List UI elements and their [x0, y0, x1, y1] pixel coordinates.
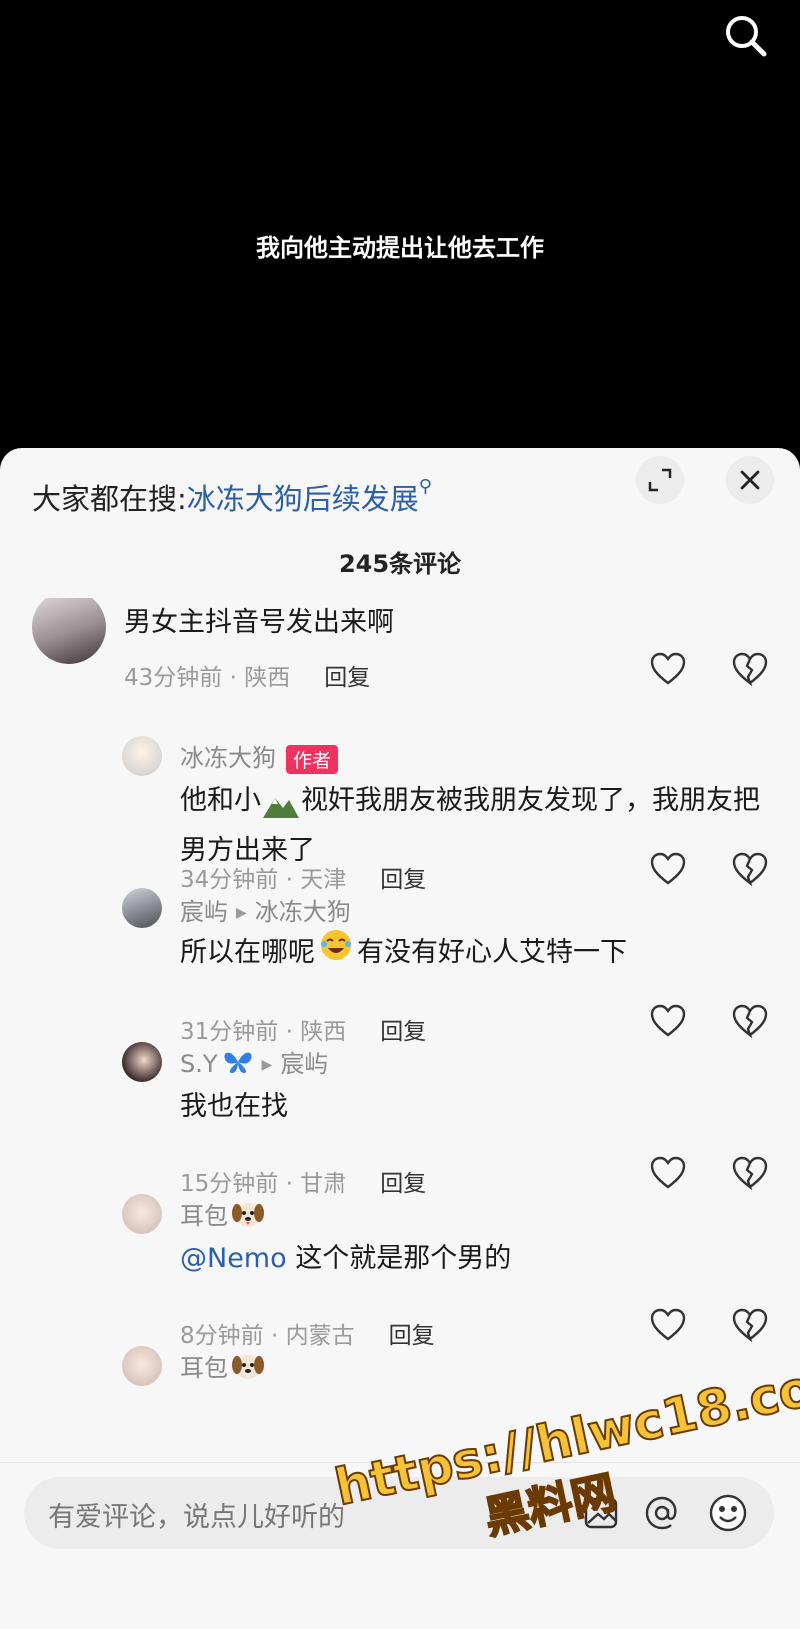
author-name: 冰冻大狗: [180, 744, 276, 772]
broken-heart-icon[interactable]: [732, 652, 768, 688]
close-button[interactable]: [726, 456, 774, 504]
heart-icon[interactable]: [650, 1308, 686, 1344]
reply-button[interactable]: 回复: [380, 867, 426, 893]
time-location: 31分钟前 · 陕西: [180, 1019, 347, 1045]
hot-search-label: 大家都在搜:: [32, 482, 187, 516]
comment-meta: 15分钟前 · 甘肃 回复: [180, 1164, 426, 1198]
reply-arrow-icon: ▶: [261, 1057, 273, 1073]
comment-author[interactable]: 冰冻大狗 作者: [180, 738, 339, 774]
reply-arrow-icon: ▶: [236, 905, 247, 921]
avatar[interactable]: [122, 1042, 162, 1082]
avatar[interactable]: [32, 598, 106, 664]
heart-icon[interactable]: [650, 852, 686, 888]
heart-icon[interactable]: [650, 652, 686, 688]
comment-author[interactable]: 宸屿 ▶ 冰冻大狗: [180, 892, 351, 927]
comment-text-part: 他和小: [180, 785, 261, 816]
avatar[interactable]: [122, 1194, 162, 1234]
avatar[interactable]: [122, 888, 162, 928]
comment-meta: 43分钟前 · 陕西 回复: [124, 658, 370, 692]
close-icon: [740, 470, 760, 490]
comment-count: 245条评论: [338, 550, 462, 578]
comment-author[interactable]: S.Y ▶ 宸屿: [180, 1044, 328, 1081]
reply-to-name: 宸屿: [280, 1050, 329, 1078]
mention-link[interactable]: @Nemo: [180, 1243, 287, 1274]
comment-author[interactable]: 耳包: [180, 1196, 264, 1235]
comment-text: 我也在找: [180, 1091, 288, 1122]
comment-text-part: 这个就是那个男的: [295, 1243, 512, 1274]
comment-text-part: 有没有好心人艾特一下: [357, 937, 627, 968]
time-location: 34分钟前 · 天津: [180, 867, 347, 893]
dog-emoji: [232, 1199, 264, 1235]
broken-heart-icon[interactable]: [732, 852, 768, 888]
reply-button[interactable]: 回复: [324, 665, 370, 691]
hot-search-row[interactable]: 大家都在搜:冰冻大狗后续发展⚲: [32, 476, 432, 518]
dog-emoji: [232, 1351, 264, 1387]
avatar[interactable]: [122, 736, 162, 776]
author-name: 耳包: [180, 1202, 228, 1230]
expand-icon: [648, 468, 672, 492]
input-placeholder: 有爱评论，说点儿好听的: [48, 1502, 345, 1533]
author-name: S.Y: [180, 1050, 218, 1078]
comment-author[interactable]: 耳包: [180, 1348, 264, 1387]
search-icon[interactable]: [722, 12, 770, 60]
reply-to-name: 冰冻大狗: [254, 898, 351, 926]
broken-heart-icon[interactable]: [732, 1156, 768, 1192]
search-small-icon: ⚲: [418, 476, 432, 497]
expand-button[interactable]: [636, 456, 684, 504]
video-player[interactable]: 我向他主动提出让他去工作: [0, 0, 800, 450]
comment-text-part: 所以在哪呢: [180, 937, 315, 968]
time-location: 15分钟前 · 甘肃: [180, 1171, 347, 1197]
comment-meta: 31分钟前 · 陕西 回复: [180, 1012, 426, 1046]
laughing-crying-emoji: [319, 928, 353, 979]
time-location: 8分钟前 · 内蒙古: [180, 1323, 355, 1349]
hot-search-term[interactable]: 冰冻大狗后续发展: [187, 482, 419, 516]
comment-text: @Nemo 这个就是那个男的: [180, 1234, 511, 1284]
time-location: 43分钟前 · 陕西: [124, 665, 291, 691]
broken-heart-icon[interactable]: [732, 1004, 768, 1040]
mountain-emoji: [261, 787, 301, 818]
author-badge: 作者: [286, 744, 339, 774]
heart-icon[interactable]: [650, 1156, 686, 1192]
reply-button[interactable]: 回复: [380, 1171, 426, 1197]
video-subtitle: 我向他主动提出让他去工作: [256, 234, 544, 262]
heart-icon[interactable]: [650, 1004, 686, 1040]
comment-list[interactable]: 男女主抖音号发出来啊 43分钟前 · 陕西 回复 冰冻大狗 作者 他和小 视奸我朋友被…: [0, 598, 800, 1508]
author-name: 宸屿: [180, 898, 228, 926]
comment-meta: 34分钟前 · 天津 回复: [180, 860, 426, 894]
comment-meta: 8分钟前 · 内蒙古 回复: [180, 1316, 435, 1350]
reply-button[interactable]: 回复: [380, 1019, 426, 1045]
reply-button[interactable]: 回复: [389, 1323, 435, 1349]
broken-heart-icon[interactable]: [732, 1308, 768, 1344]
butterfly-emoji: [222, 1049, 254, 1081]
comment-text: 所以在哪呢 有没有好心人艾特一下: [180, 928, 627, 979]
author-name: 耳包: [180, 1354, 228, 1382]
avatar[interactable]: [122, 1346, 162, 1386]
comment-text: 男女主抖音号发出来啊: [124, 607, 394, 638]
